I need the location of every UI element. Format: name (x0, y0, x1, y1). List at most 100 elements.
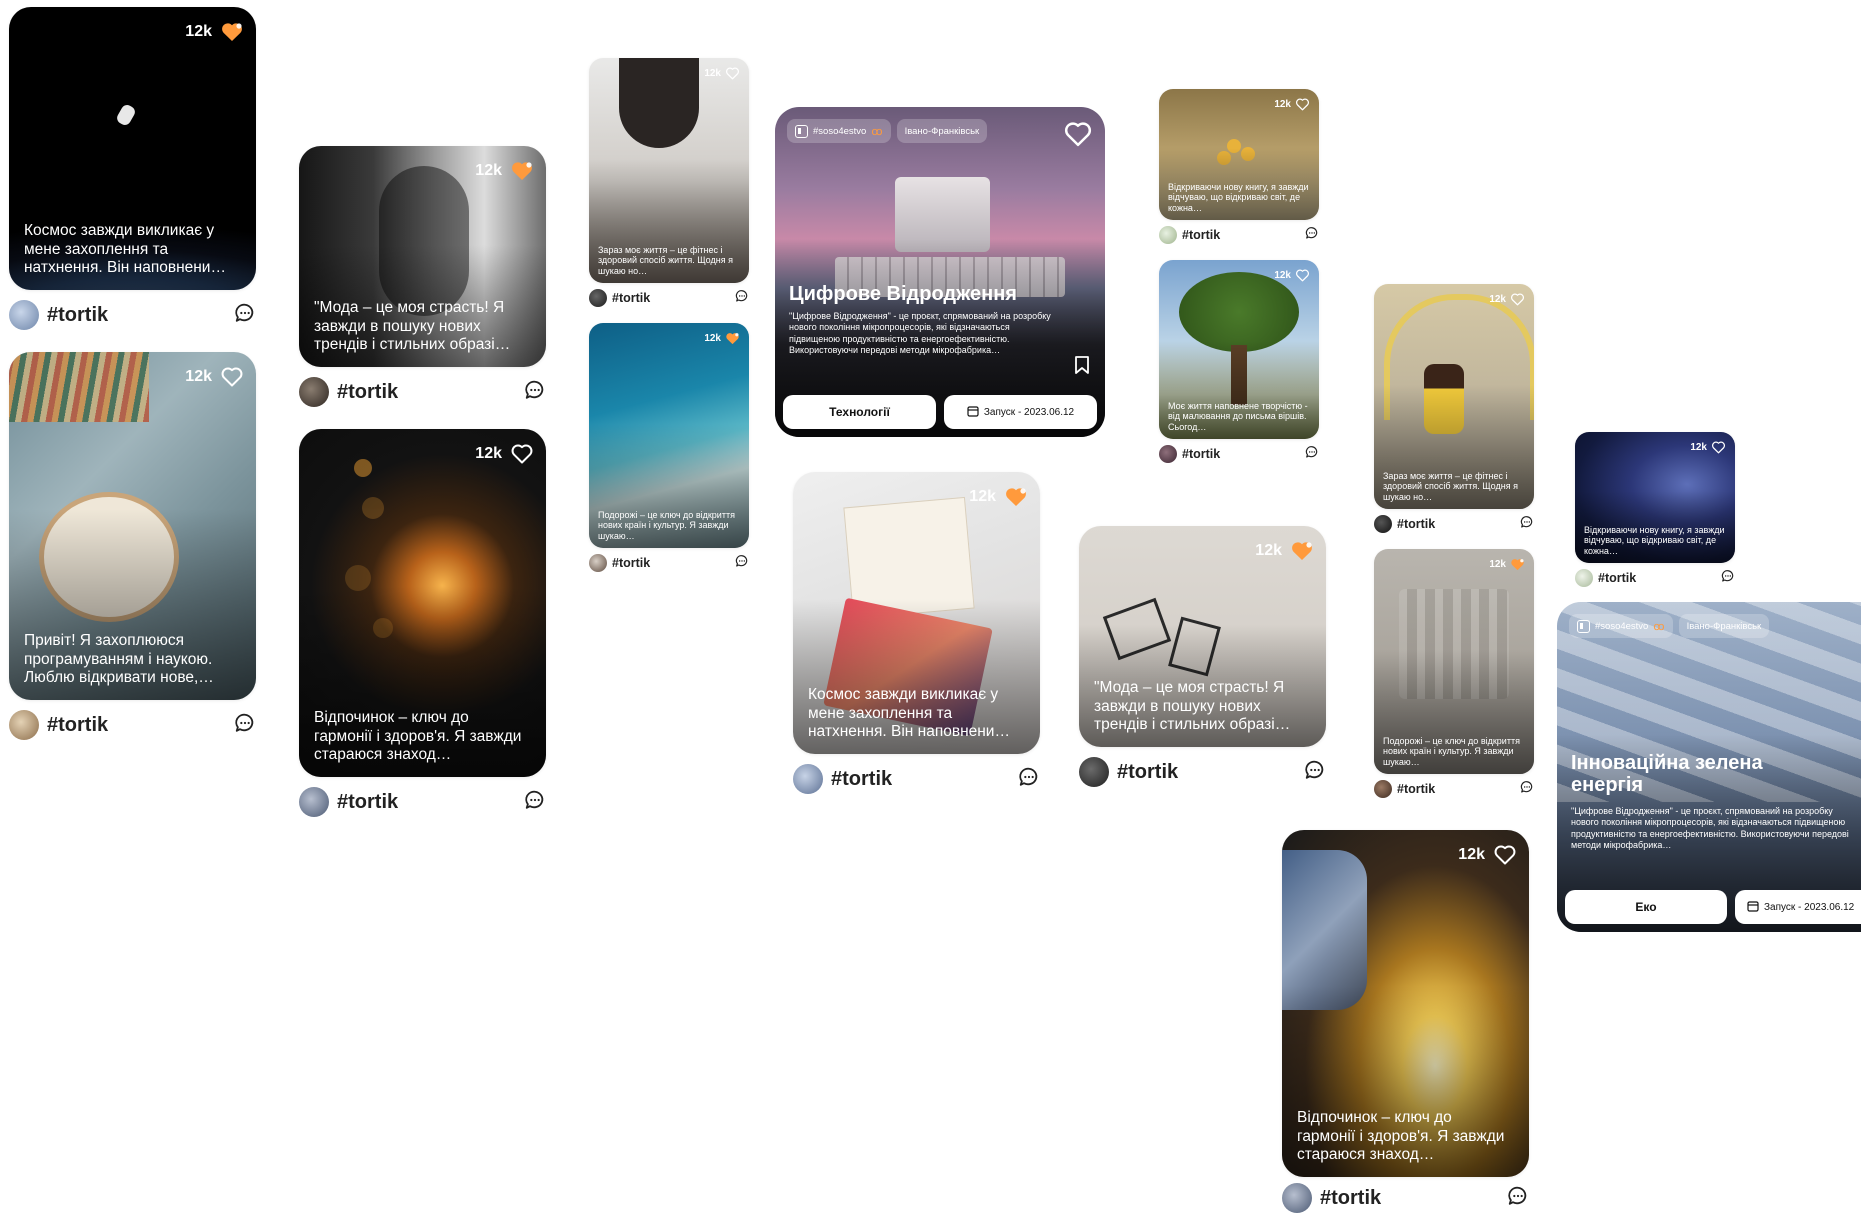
post-tag[interactable]: #tortik (337, 791, 524, 814)
project-category-button[interactable]: Еко (1565, 890, 1727, 924)
project-account-chip[interactable]: #soso4estvo ꝏ (1569, 614, 1673, 638)
heart-outline-icon[interactable] (220, 365, 244, 389)
post-card[interactable]: 12k Подорожі – це ключ до відкриття нови… (1374, 549, 1534, 799)
post-photo[interactable]: 12k Подорожі – це ключ до відкриття нови… (1374, 549, 1534, 774)
like-counter[interactable]: 12k (1690, 440, 1726, 455)
avatar[interactable] (1374, 780, 1392, 798)
avatar[interactable] (1282, 1183, 1312, 1213)
post-card[interactable]: 12k "Мода – це моя страсть! Я завжди в п… (299, 146, 546, 407)
like-counter[interactable]: 12k (475, 159, 534, 183)
avatar[interactable] (1159, 226, 1177, 244)
post-card[interactable]: 12k Зараз моє життя – це фітнес і здоров… (589, 58, 749, 308)
post-photo[interactable]: 12k Зараз моє життя – це фітнес і здоров… (589, 58, 749, 283)
heart-outline-icon[interactable] (1295, 97, 1310, 112)
comment-icon[interactable] (1721, 569, 1735, 588)
post-tag[interactable]: #tortik (831, 768, 1018, 791)
heart-filled-icon[interactable] (725, 331, 740, 346)
post-photo[interactable]: 12k Відкриваючи нову книгу, я завжди від… (1575, 432, 1735, 563)
avatar[interactable] (793, 764, 823, 794)
avatar[interactable] (1079, 757, 1109, 787)
comment-icon[interactable] (524, 789, 546, 816)
post-photo[interactable]: 12k Відпочинок – ключ до гармонії і здор… (1282, 830, 1529, 1177)
comment-icon[interactable] (1520, 780, 1534, 799)
like-counter[interactable]: 12k (1489, 557, 1525, 572)
post-photo[interactable]: 12k Відпочинок – ключ до гармонії і здор… (299, 429, 546, 777)
heart-filled-icon[interactable] (510, 159, 534, 183)
post-tag[interactable]: #tortik (612, 291, 735, 305)
avatar[interactable] (1575, 569, 1593, 587)
post-card[interactable]: 12k Космос завжди викликає у мене захопл… (9, 7, 256, 330)
avatar[interactable] (1374, 515, 1392, 533)
project-category-button[interactable]: Технології (783, 395, 936, 429)
project-launch-date[interactable]: Запуск - 2023.06.12 (1735, 890, 1861, 924)
heart-filled-icon[interactable] (1510, 557, 1525, 572)
like-counter[interactable]: 12k (704, 66, 740, 81)
project-card[interactable]: #soso4estvo ꝏ Івано-Франківськ Інноваційн… (1557, 602, 1861, 932)
post-tag[interactable]: #tortik (1598, 571, 1721, 585)
post-photo[interactable]: 12k Привіт! Я захоплююся програмуванням … (9, 352, 256, 700)
post-tag[interactable]: #tortik (1397, 517, 1520, 531)
post-card[interactable]: 12k Відкриваючи нову книгу, я завжди від… (1575, 432, 1735, 589)
heart-filled-icon[interactable] (1290, 539, 1314, 563)
post-tag[interactable]: #tortik (612, 556, 735, 570)
avatar[interactable] (299, 787, 329, 817)
post-card[interactable]: 12k Відпочинок – ключ до гармонії і здор… (299, 429, 546, 821)
like-counter[interactable]: 12k (1274, 268, 1310, 283)
post-photo[interactable]: 12k Зараз моє життя – це фітнес і здоров… (1374, 284, 1534, 509)
comment-icon[interactable] (735, 289, 749, 308)
avatar[interactable] (1159, 445, 1177, 463)
comment-icon[interactable] (1520, 515, 1534, 534)
post-tag[interactable]: #tortik (47, 714, 234, 737)
avatar[interactable] (589, 289, 607, 307)
post-card[interactable]: 12k Зараз моє життя – це фітнес і здоров… (1374, 284, 1534, 534)
comment-icon[interactable] (234, 302, 256, 329)
comment-icon[interactable] (1304, 759, 1326, 786)
avatar[interactable] (589, 554, 607, 572)
comment-icon[interactable] (1507, 1185, 1529, 1212)
like-counter[interactable]: 12k (185, 365, 244, 389)
heart-outline-icon[interactable] (1510, 292, 1525, 307)
comment-icon[interactable] (735, 554, 749, 573)
avatar[interactable] (9, 710, 39, 740)
post-photo[interactable]: 12k Відкриваючи нову книгу, я завжди від… (1159, 89, 1319, 220)
like-counter[interactable]: 12k (1255, 539, 1314, 563)
like-counter[interactable]: 12k (1274, 97, 1310, 112)
heart-outline-icon[interactable] (510, 442, 534, 466)
project-city-chip[interactable]: Івано-Франківськ (896, 119, 988, 143)
post-photo[interactable]: 12k Космос завжди викликає у мене захопл… (793, 472, 1040, 754)
project-city-chip[interactable]: Івано-Франківськ (1678, 614, 1770, 638)
post-photo[interactable]: 12k "Мода – це моя страсть! Я завжди в п… (1079, 526, 1326, 747)
like-counter[interactable]: 12k (475, 442, 534, 466)
project-account-chip[interactable]: #soso4estvo ꝏ (787, 119, 891, 143)
avatar[interactable] (299, 377, 329, 407)
post-tag[interactable]: #tortik (1397, 782, 1520, 796)
like-counter[interactable]: 12k (185, 20, 244, 44)
comment-icon[interactable] (1018, 766, 1040, 793)
project-card[interactable]: #soso4estvo ꝏ Івано-Франківськ Цифрове Ві… (775, 107, 1105, 437)
post-tag[interactable]: #tortik (1320, 1187, 1507, 1210)
post-photo[interactable]: 12k Подорожі – це ключ до відкриття нови… (589, 323, 749, 548)
heart-filled-icon[interactable] (220, 20, 244, 44)
comment-icon[interactable] (524, 379, 546, 406)
post-card[interactable]: 12k Привіт! Я захоплююся програмуванням … (9, 352, 256, 744)
avatar[interactable] (9, 300, 39, 330)
post-card[interactable]: 12k Відпочинок – ключ до гармонії і здор… (1282, 830, 1529, 1216)
post-card[interactable]: 12k "Мода – це моя страсть! Я завжди в п… (1079, 526, 1326, 787)
comment-icon[interactable] (234, 712, 256, 739)
heart-filled-icon[interactable] (1004, 485, 1028, 509)
like-counter[interactable]: 12k (969, 485, 1028, 509)
project-launch-date[interactable]: Запуск - 2023.06.12 (944, 395, 1097, 429)
post-card[interactable]: 12k Відкриваючи нову книгу, я завжди від… (1159, 89, 1319, 246)
post-photo[interactable]: 12k Космос завжди викликає у мене захопл… (9, 7, 256, 290)
post-tag[interactable]: #tortik (1117, 761, 1304, 784)
post-tag[interactable]: #tortik (337, 381, 524, 404)
post-photo[interactable]: 12k Моє життя наповнене творчістю - від … (1159, 260, 1319, 439)
post-card[interactable]: 12k Моє життя наповнене творчістю - від … (1159, 260, 1319, 466)
comment-icon[interactable] (1305, 226, 1319, 245)
heart-outline-icon[interactable] (1493, 843, 1517, 867)
heart-outline-icon[interactable] (1295, 268, 1310, 283)
heart-outline-icon[interactable] (725, 66, 740, 81)
post-photo[interactable]: 12k "Мода – це моя страсть! Я завжди в п… (299, 146, 546, 367)
post-tag[interactable]: #tortik (1182, 228, 1305, 242)
post-tag[interactable]: #tortik (47, 304, 234, 327)
